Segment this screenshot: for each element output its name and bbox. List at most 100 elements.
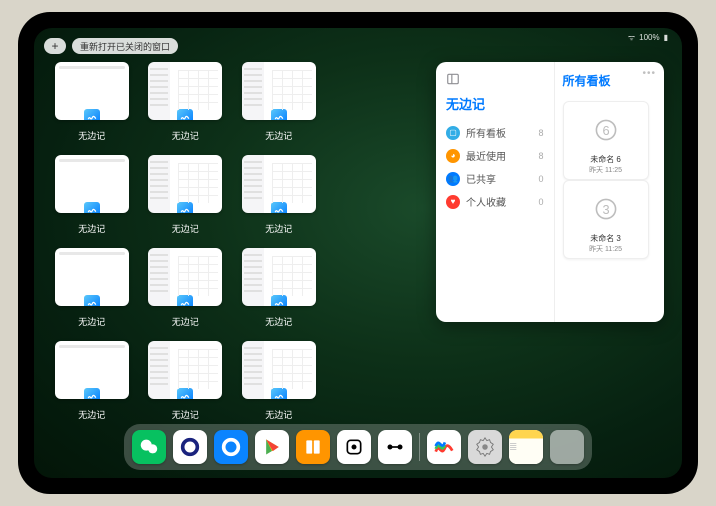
thumbnail-preview — [242, 62, 316, 120]
dock-separator — [419, 433, 420, 461]
thumbnail-preview — [55, 341, 129, 399]
freeform-app-icon — [83, 201, 101, 213]
sidebar-item[interactable]: ♥ 个人收藏 0 — [446, 190, 544, 213]
sidebar-item-label: 个人收藏 — [466, 194, 506, 209]
thumbnail-preview — [242, 155, 316, 213]
panel-main: 所有看板 6 未命名 6 昨天 11:25 3 未命名 3 昨天 11:25 — [555, 62, 664, 322]
app-library-icon[interactable] — [550, 430, 584, 464]
category-icon: ▢ — [446, 126, 460, 140]
ipad-device: ᯤ 100% ▮ + 重新打开已关闭的窗口 无边记 无边记 — [18, 12, 698, 494]
category-icon: ♥ — [446, 195, 460, 209]
window-thumbnail[interactable]: 无边记 — [52, 62, 132, 145]
thumbnail-preview — [55, 155, 129, 213]
thumbnail-preview — [148, 248, 222, 306]
notes-app-icon[interactable]: ≣ — [509, 430, 543, 464]
freeform-panel[interactable]: ••• 无边记 ▢ 所有看板 8 ◕ 最近使用 8 👥 已共享 0 ♥ 个人收藏… — [436, 62, 664, 322]
freeform-app-icon — [83, 108, 101, 120]
thumbnail-preview — [242, 341, 316, 399]
thumbnail-label: 无边记 — [265, 315, 292, 328]
play-app-icon[interactable] — [255, 430, 289, 464]
freeform-app-icon — [176, 201, 194, 213]
thumbnail-label: 无边记 — [172, 315, 199, 328]
window-thumbnail[interactable]: 无边记 — [239, 62, 319, 145]
window-thumbnail[interactable]: 无边记 — [146, 62, 226, 145]
sidebar-item-count: 8 — [539, 151, 544, 161]
sidebar-item-count: 0 — [539, 197, 544, 207]
wifi-icon: ᯤ — [628, 32, 635, 43]
window-thumbnail[interactable]: 无边记 — [239, 248, 319, 331]
battery-icon: ▮ — [664, 33, 668, 42]
thumbnail-label: 无边记 — [172, 408, 199, 421]
multitasking-area: 无边记 无边记 无边记 无边记 无边记 — [52, 62, 664, 424]
sidebar-item[interactable]: ▢ 所有看板 8 — [446, 121, 544, 144]
freeform-app-icon — [270, 387, 288, 399]
thumbnail-label: 无边记 — [78, 408, 105, 421]
thumbnail-preview — [148, 155, 222, 213]
freeform-app-icon — [83, 294, 101, 306]
window-thumbnail[interactable]: 无边记 — [146, 155, 226, 238]
board-card[interactable]: 3 未命名 3 昨天 11:25 — [563, 180, 649, 259]
freeform-app-icon — [176, 294, 194, 306]
connect-app-icon[interactable] — [378, 430, 412, 464]
category-icon: ◕ — [446, 149, 460, 163]
plus-icon: + — [51, 39, 58, 53]
new-window-button[interactable]: + — [44, 38, 66, 54]
thumbnail-preview — [55, 248, 129, 306]
thumbnail-label: 无边记 — [78, 222, 105, 235]
panel-title: 无边记 — [446, 94, 544, 113]
sidebar-item-count: 8 — [539, 128, 544, 138]
thumbnail-label: 无边记 — [78, 129, 105, 142]
freeform-app-icon — [270, 108, 288, 120]
board-meta: 未命名 3 昨天 11:25 — [568, 233, 644, 254]
sidebar-item-label: 最近使用 — [466, 148, 506, 163]
thumbnail-label: 无边记 — [265, 129, 292, 142]
freeform-app-icon — [176, 387, 194, 399]
sidebar-toggle-icon[interactable] — [446, 72, 460, 86]
dock: ≣ — [124, 424, 592, 470]
qqbrowser-app-icon[interactable] — [214, 430, 248, 464]
status-bar: ᯤ 100% ▮ — [628, 32, 668, 43]
wechat-app-icon[interactable] — [132, 430, 166, 464]
window-thumbnail[interactable]: 无边记 — [239, 341, 319, 424]
board-card[interactable]: 6 未命名 6 昨天 11:25 — [563, 101, 649, 180]
window-thumbnail[interactable]: 无边记 — [52, 155, 132, 238]
ipad-screen: ᯤ 100% ▮ + 重新打开已关闭的窗口 无边记 无边记 — [34, 28, 682, 478]
panel-sidebar: 无边记 ▢ 所有看板 8 ◕ 最近使用 8 👥 已共享 0 ♥ 个人收藏 0 — [436, 62, 555, 322]
reopen-label: 重新打开已关闭的窗口 — [80, 40, 170, 53]
thumbnail-label: 无边记 — [265, 222, 292, 235]
thumbnail-preview — [242, 248, 316, 306]
thumbnail-label: 无边记 — [265, 408, 292, 421]
thumbnail-preview — [148, 341, 222, 399]
board-preview: 6 — [568, 106, 644, 154]
board-meta: 未命名 6 昨天 11:25 — [568, 154, 644, 175]
thumbnail-label: 无边记 — [172, 129, 199, 142]
window-thumbnail[interactable]: 无边记 — [52, 248, 132, 331]
window-thumbnail[interactable]: 无边记 — [239, 155, 319, 238]
more-icon[interactable]: ••• — [642, 68, 656, 79]
windows-grid: 无边记 无边记 无边记 无边记 无边记 — [52, 62, 412, 424]
sidebar-item-count: 0 — [539, 174, 544, 184]
sidebar-item[interactable]: ◕ 最近使用 8 — [446, 144, 544, 167]
top-controls: + 重新打开已关闭的窗口 — [44, 38, 178, 54]
dice-app-icon[interactable] — [337, 430, 371, 464]
freeform-app-icon — [270, 294, 288, 306]
svg-text:6: 6 — [602, 123, 609, 138]
window-thumbnail[interactable]: 无边记 — [146, 248, 226, 331]
sidebar-item-label: 已共享 — [466, 171, 496, 186]
freeform-app-icon — [176, 108, 194, 120]
sidebar-item-label: 所有看板 — [466, 125, 506, 140]
thumbnail-label: 无边记 — [78, 315, 105, 328]
sidebar-item[interactable]: 👥 已共享 0 — [446, 167, 544, 190]
thumbnail-preview — [55, 62, 129, 120]
reopen-closed-window-button[interactable]: 重新打开已关闭的窗口 — [72, 38, 178, 54]
books-app-icon[interactable] — [296, 430, 330, 464]
freeform-app-icon — [83, 387, 101, 399]
settings-app-icon[interactable] — [468, 430, 502, 464]
category-icon: 👥 — [446, 172, 460, 186]
freeform-app-icon[interactable] — [427, 430, 461, 464]
quark-app-icon[interactable] — [173, 430, 207, 464]
window-thumbnail[interactable]: 无边记 — [52, 341, 132, 424]
thumbnail-label: 无边记 — [172, 222, 199, 235]
freeform-app-icon — [270, 201, 288, 213]
window-thumbnail[interactable]: 无边记 — [146, 341, 226, 424]
